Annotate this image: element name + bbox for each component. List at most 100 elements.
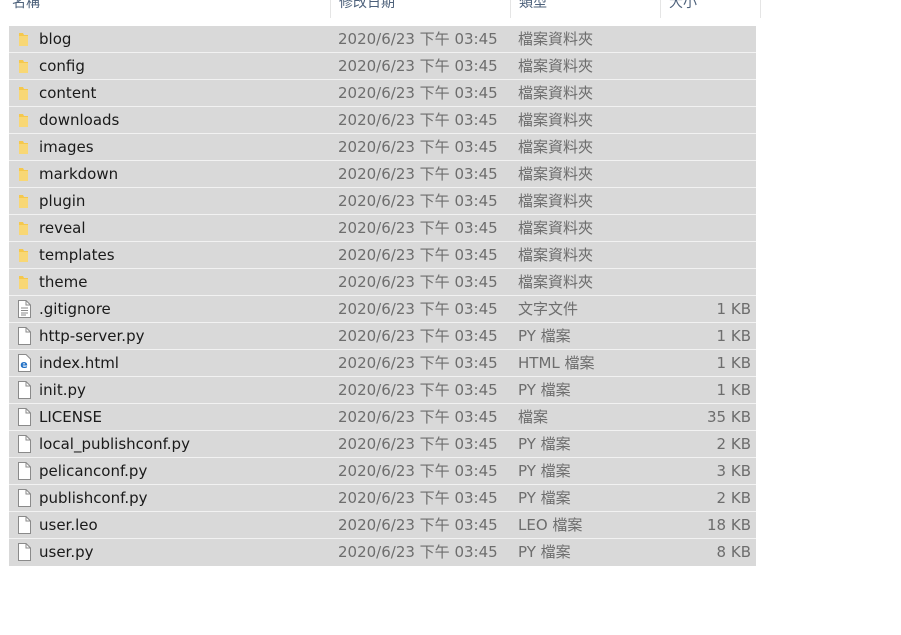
file-row[interactable]: reveal 2020/6/23 下午 03:45 檔案資料夾 [9,215,756,242]
file-modified-date: 2020/6/23 下午 03:45 [338,300,498,318]
file-size: 8 KB [716,543,751,561]
file-row[interactable]: init.py 2020/6/23 下午 03:45 PY 檔案 1 KB [9,377,756,404]
file-row[interactable]: content 2020/6/23 下午 03:45 檔案資料夾 [9,80,756,107]
file-type: PY 檔案 [518,489,571,507]
file-modified-date: 2020/6/23 下午 03:45 [338,516,498,534]
column-header-bar: 名稱 修改日期 類型 大小 [0,0,761,18]
file-name: content [39,84,97,102]
file-row[interactable]: config 2020/6/23 下午 03:45 檔案資料夾 [9,53,756,80]
file-type: PY 檔案 [518,462,571,480]
file-row[interactable]: publishconf.py 2020/6/23 下午 03:45 PY 檔案 2 K… [9,485,756,512]
file-name: LICENSE [39,408,102,426]
file-type: 檔案 [518,408,549,426]
file-type: 檔案資料夾 [518,219,594,237]
column-header-type[interactable]: 類型 [511,0,660,18]
file-row[interactable]: pelicanconf.py 2020/6/23 下午 03:45 PY 檔案 3 K… [9,458,756,485]
column-header-modified[interactable]: 修改日期 [331,0,510,18]
file-name: plugin [39,192,86,210]
file-row[interactable]: user.leo 2020/6/23 下午 03:45 LEO 檔案 18 KB [9,512,756,539]
file-name: user.leo [39,516,98,534]
file-icon [16,489,32,507]
file-type: PY 檔案 [518,327,571,345]
column-header-name[interactable]: 名稱 [4,0,330,18]
file-type: 檔案資料夾 [518,57,594,75]
file-size: 1 KB [716,327,751,345]
file-row[interactable]: .gitignore 2020/6/23 下午 03:45 文字文件 1 KB [9,296,756,323]
file-name: user.py [39,543,94,561]
folder-icon [16,111,32,129]
file-row[interactable]: user.py 2020/6/23 下午 03:45 PY 檔案 8 KB [9,539,756,566]
html-file-icon: e [16,354,32,372]
file-name: pelicanconf.py [39,462,148,480]
file-modified-date: 2020/6/23 下午 03:45 [338,381,498,399]
file-modified-date: 2020/6/23 下午 03:45 [338,57,498,75]
file-row[interactable]: blog 2020/6/23 下午 03:45 檔案資料夾 [9,26,756,53]
file-name: theme [39,273,88,291]
file-modified-date: 2020/6/23 下午 03:45 [338,84,498,102]
file-size: 35 KB [707,408,751,426]
file-modified-date: 2020/6/23 下午 03:45 [338,246,498,264]
file-row[interactable]: e index.html 2020/6/23 下午 03:45 HTML 檔案 1 KB [9,350,756,377]
file-modified-date: 2020/6/23 下午 03:45 [338,219,498,237]
folder-icon [16,30,32,48]
file-modified-date: 2020/6/23 下午 03:45 [338,111,498,129]
folder-icon [16,57,32,75]
file-type: 檔案資料夾 [518,246,594,264]
file-type: 檔案資料夾 [518,192,594,210]
file-modified-date: 2020/6/23 下午 03:45 [338,165,498,183]
file-row[interactable]: downloads 2020/6/23 下午 03:45 檔案資料夾 [9,107,756,134]
file-row[interactable]: theme 2020/6/23 下午 03:45 檔案資料夾 [9,269,756,296]
file-list: blog 2020/6/23 下午 03:45 檔案資料夾 config 2020/6/… [9,26,756,566]
file-icon [16,381,32,399]
file-name: templates [39,246,115,264]
file-modified-date: 2020/6/23 下午 03:45 [338,30,498,48]
file-name: .gitignore [39,300,111,318]
file-row[interactable]: images 2020/6/23 下午 03:45 檔案資料夾 [9,134,756,161]
file-icon [16,408,32,426]
file-type: 檔案資料夾 [518,111,594,129]
file-type: PY 檔案 [518,381,571,399]
file-row[interactable]: plugin 2020/6/23 下午 03:45 檔案資料夾 [9,188,756,215]
file-icon [16,462,32,480]
file-modified-date: 2020/6/23 下午 03:45 [338,435,498,453]
folder-icon [16,273,32,291]
file-row[interactable]: markdown 2020/6/23 下午 03:45 檔案資料夾 [9,161,756,188]
file-name: markdown [39,165,119,183]
column-header-size[interactable]: 大小 [661,0,760,18]
file-name: downloads [39,111,120,129]
file-size: 18 KB [707,516,751,534]
file-modified-date: 2020/6/23 下午 03:45 [338,138,498,156]
file-modified-date: 2020/6/23 下午 03:45 [338,489,498,507]
file-name: blog [39,30,72,48]
file-modified-date: 2020/6/23 下午 03:45 [338,327,498,345]
file-modified-date: 2020/6/23 下午 03:45 [338,273,498,291]
folder-icon [16,246,32,264]
file-type: PY 檔案 [518,543,571,561]
file-type: LEO 檔案 [518,516,583,534]
file-name: config [39,57,85,75]
file-name: reveal [39,219,86,237]
file-row[interactable]: http-server.py 2020/6/23 下午 03:45 PY 檔案 1 K… [9,323,756,350]
file-modified-date: 2020/6/23 下午 03:45 [338,462,498,480]
file-name: http-server.py [39,327,145,345]
file-size: 1 KB [716,300,751,318]
file-type: PY 檔案 [518,435,571,453]
file-type: HTML 檔案 [518,354,595,372]
folder-icon [16,138,32,156]
file-type: 檔案資料夾 [518,30,594,48]
file-row[interactable]: templates 2020/6/23 下午 03:45 檔案資料夾 [9,242,756,269]
file-row[interactable]: local_publishconf.py 2020/6/23 下午 03:45 PY… [9,431,756,458]
file-name: index.html [39,354,119,372]
file-type: 檔案資料夾 [518,273,594,291]
file-size: 2 KB [716,435,751,453]
file-size: 2 KB [716,489,751,507]
file-name: publishconf.py [39,489,148,507]
file-icon [16,435,32,453]
file-type: 檔案資料夾 [518,165,594,183]
column-divider[interactable] [760,0,761,18]
text-file-icon [16,300,32,318]
folder-icon [16,165,32,183]
file-name: init.py [39,381,86,399]
file-type: 檔案資料夾 [518,84,594,102]
file-row[interactable]: LICENSE 2020/6/23 下午 03:45 檔案 35 KB [9,404,756,431]
